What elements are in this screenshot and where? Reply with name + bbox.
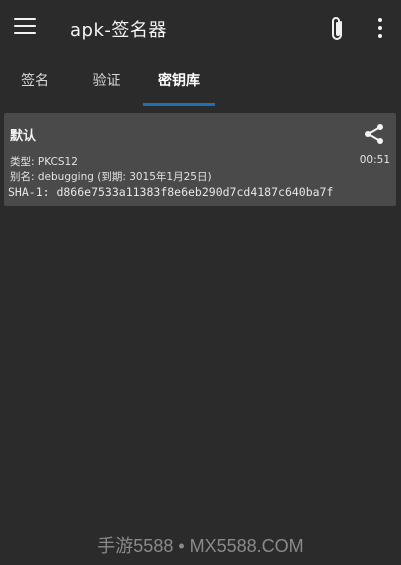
tab-verify[interactable]: 验证 [70,57,143,107]
keystore-type: 类型: PKCS12 [10,156,78,168]
tab-sign[interactable]: 签名 [0,57,70,107]
tab-keystore[interactable]: 密钥库 [143,57,215,107]
keystore-alias: 别名: debugging (到期: 3015年1月25日) [10,171,212,183]
share-icon[interactable] [362,122,386,146]
menu-icon[interactable] [14,18,36,38]
keystore-time: 00:51 [359,154,390,166]
paperclip-icon[interactable] [327,15,349,43]
active-tab-indicator [143,103,215,106]
tab-bar: 签名 验证 密钥库 [0,57,401,107]
keystore-name: 默认 [10,129,37,144]
more-vert-icon[interactable] [372,18,388,40]
app-title: apk-签名器 [70,20,167,41]
app-bar: apk-签名器 [0,0,401,57]
keystore-sha1: SHA-1: d866e7533a11383f8e6eb290d7cd4187c… [8,185,334,199]
watermark: 手游5588 • MX5588.COM [97,536,304,556]
keystore-card[interactable]: 默认 类型: PKCS12 00:51 别名: debugging (到期: 3… [4,113,396,206]
